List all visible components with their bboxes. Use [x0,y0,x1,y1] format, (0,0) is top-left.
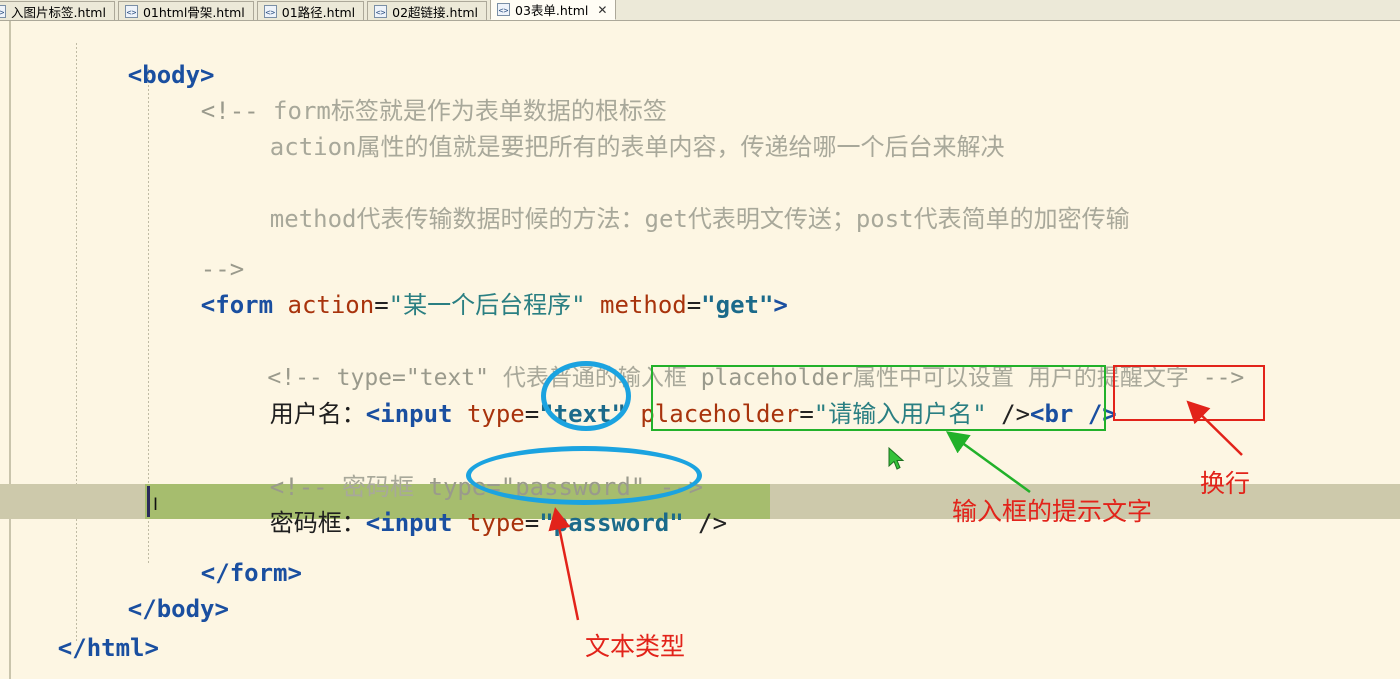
token-form-open: <form [200,291,274,319]
tab-label: 入图片标签.html [11,5,106,20]
editor-tab-bar: <> 入图片标签.html <> 01html骨架.html <> 01路径.h… [0,0,1400,21]
html-file-icon: <> [497,3,510,16]
token-label-username: 用户名： [269,400,366,428]
annotation-label-text-type: 文本类型 [585,632,686,661]
close-icon[interactable]: ✕ [597,3,607,17]
tab-item-0[interactable]: <> 入图片标签.html [0,1,115,20]
token-val-action: "某一个后台程序" [388,291,586,319]
token-attr-method: method [600,291,687,319]
code-line-16: </html> [0,594,1400,679]
token-attr-placeholder: placeholder [640,400,800,428]
token-val-method: "get" [701,291,774,319]
token-attr-type: type [466,400,525,428]
token-gt: > [773,291,788,319]
tab-item-3[interactable]: <> 02超链接.html [367,1,487,20]
html-file-icon: <> [0,5,6,18]
tab-label: 02超链接.html [392,5,478,20]
tab-label: 01html骨架.html [142,5,245,20]
html-file-icon: <> [124,5,138,18]
tab-item-4-active[interactable]: <> 03表单.html ✕ [490,0,617,20]
token-br-tag: <br /> [1030,400,1117,428]
token-self-close: /> [1001,400,1031,428]
tab-item-1[interactable]: <> 01html骨架.html [117,1,254,20]
html-file-icon: <> [263,5,277,18]
token-html-close: </html> [57,634,159,662]
annotation-label-placeholder-hint: 输入框的提示文字 [952,497,1153,526]
mouse-pointer-icon [888,447,905,470]
token-input-tag: <input [365,400,453,428]
tab-label: 03表单.html [515,3,589,18]
tab-label: 01路径.html [281,5,356,20]
tab-item-2[interactable]: <> 01路径.html [256,1,365,20]
token-attr-action: action [287,291,375,319]
code-editor-pane[interactable]: I <body> <!-- form标签就是作为表单数据的根标签 action属… [0,21,1400,679]
annotation-label-line-break: 换行 [1200,469,1251,498]
token-val-text: "text" [539,400,626,428]
token-comment-action: action属性的值就是要把所有的表单内容，传递给哪一个后台来解决 [269,133,1005,161]
html-file-icon: <> [374,5,388,18]
token-val-placeholder: "请输入用户名" [813,400,987,428]
